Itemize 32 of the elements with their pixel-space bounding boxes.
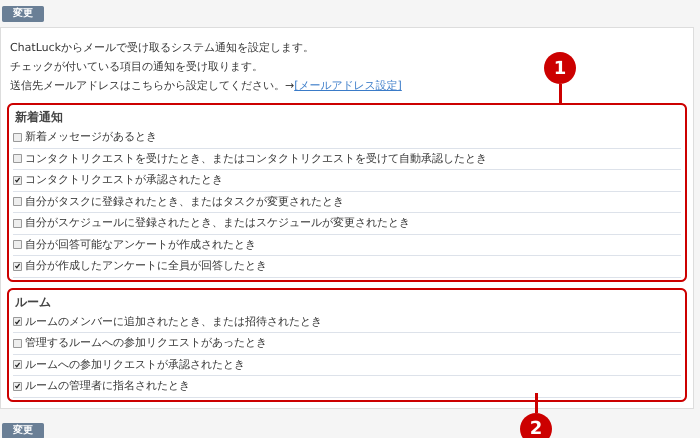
intro-text: チェックが付いている項目の通知を受け取ります。 bbox=[10, 59, 263, 75]
section-title: ルーム bbox=[14, 294, 52, 310]
checkbox[interactable] bbox=[13, 382, 22, 391]
checkbox-label: ルームのメンバーに追加されたとき、または招待されたとき bbox=[25, 314, 322, 330]
section-title: 新着通知 bbox=[14, 109, 64, 126]
callout-badge: 2 bbox=[520, 412, 552, 438]
checkbox[interactable] bbox=[13, 218, 22, 228]
checkbox-label: 自分がタスクに登録されたとき、またはタスクが変更されたとき bbox=[25, 194, 344, 210]
intro-text: ChatLuckからメールで受け取るシステム通知を設定します。 bbox=[10, 40, 314, 56]
callout-badge: 1 bbox=[544, 52, 576, 84]
checkbox-label: 新着メッセージがあるとき bbox=[25, 129, 157, 145]
checkbox-label: ルームの管理者に指名されたとき bbox=[25, 378, 190, 394]
checkbox[interactable] bbox=[13, 240, 22, 250]
checkbox[interactable] bbox=[13, 360, 22, 370]
intro-text: 送信先メールアドレスはこちらから設定してください。→ bbox=[10, 78, 294, 94]
checkbox-label: コンタクトリクエストが承認されたとき bbox=[25, 172, 223, 188]
checkbox-label: 管理するルームへの参加リクエストがあったとき bbox=[25, 335, 267, 351]
checkbox-label: 自分がスケジュールに登録されたとき、またはスケジュールが変更されたとき bbox=[25, 215, 410, 231]
checkbox[interactable] bbox=[13, 262, 22, 271]
checkbox[interactable] bbox=[13, 154, 22, 164]
checkbox[interactable] bbox=[13, 317, 22, 326]
checkbox-label: ルームへの参加リクエストが承認されたとき bbox=[25, 356, 245, 372]
mail-address-settings-link[interactable]: [メールアドレス設定] bbox=[294, 76, 402, 95]
checkbox[interactable] bbox=[13, 132, 22, 142]
change-button[interactable]: 変更 bbox=[2, 422, 44, 438]
checkbox[interactable] bbox=[13, 176, 22, 185]
change-button[interactable]: 変更 bbox=[2, 6, 44, 22]
checkbox-label: コンタクトリクエストを受けたとき、またはコンタクトリクエストを受けて自動承認したとき bbox=[25, 150, 487, 166]
checkbox[interactable] bbox=[13, 338, 22, 348]
checkbox-label: 自分が回答可能なアンケートが作成されたとき bbox=[25, 236, 256, 252]
checkbox-label: 自分が作成したアンケートに全員が回答したとき bbox=[25, 258, 267, 274]
checkbox[interactable] bbox=[13, 197, 22, 206]
